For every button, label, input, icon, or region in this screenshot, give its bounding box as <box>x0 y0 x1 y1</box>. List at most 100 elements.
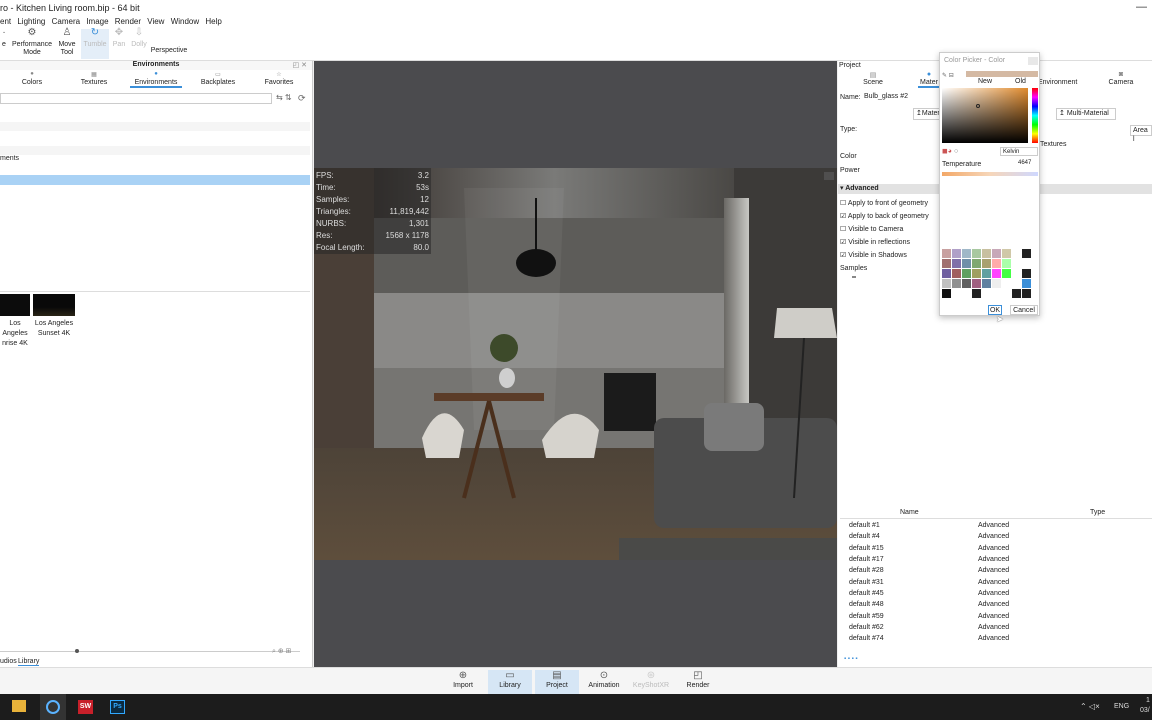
color-swatch[interactable] <box>972 259 981 268</box>
column-header-name[interactable]: Name <box>900 509 919 516</box>
color-swatch[interactable] <box>992 259 1001 268</box>
refresh-icon[interactable]: ⟳ <box>298 93 306 104</box>
project-button[interactable]: ▤ Project <box>535 670 579 694</box>
checkbox-front-geometry[interactable]: ☐ Apply to front of geometry <box>840 199 928 207</box>
minimize-button[interactable]: — <box>1136 1 1147 13</box>
perspective-dropdown[interactable]: Perspective <box>150 47 188 55</box>
color-swatch[interactable] <box>1022 269 1031 278</box>
table-row[interactable]: default #62 Advanced <box>838 622 1152 633</box>
table-row[interactable]: default #45 Advanced <box>838 588 1152 599</box>
splitter[interactable] <box>0 291 310 293</box>
render-button[interactable]: ◰ Render <box>676 670 720 694</box>
tab-material[interactable]: ● Mater <box>918 71 940 88</box>
clock-date[interactable]: 03/ <box>1140 707 1150 714</box>
table-row[interactable]: default #4 Advanced <box>838 531 1152 542</box>
color-swatch[interactable] <box>1002 289 1011 298</box>
color-cursor[interactable] <box>976 104 980 108</box>
pan-button[interactable]: ✥ Pan <box>110 28 128 49</box>
toolbar-partial-button[interactable]: · e <box>0 28 8 49</box>
table-row[interactable]: default #1 Advanced <box>838 520 1152 531</box>
color-swatch[interactable] <box>952 279 961 288</box>
checkbox-back-geometry[interactable]: ☑ Apply to back of geometry <box>840 212 929 220</box>
color-swatch[interactable] <box>1002 269 1011 278</box>
panel-float-icon[interactable]: ◰ ✕ <box>293 61 307 69</box>
file-explorer-icon[interactable] <box>12 700 26 712</box>
color-swatch[interactable] <box>1022 289 1031 298</box>
animation-button[interactable]: ⊙ Animation <box>582 670 626 694</box>
search-input[interactable] <box>0 93 272 104</box>
color-swatch[interactable] <box>972 249 981 258</box>
color-swatch[interactable] <box>1012 269 1021 278</box>
color-swatch[interactable] <box>962 279 971 288</box>
color-swatch[interactable] <box>942 269 951 278</box>
color-swatch[interactable] <box>982 269 991 278</box>
thumbnail-size-slider[interactable] <box>0 651 300 652</box>
checkbox-visible-reflections[interactable]: ☑ Visible in reflections <box>840 238 910 246</box>
menu-item-view[interactable]: View <box>147 16 164 28</box>
clock-time[interactable]: 1 <box>1146 697 1150 704</box>
language-indicator[interactable]: ENG <box>1114 703 1129 710</box>
photoshop-icon[interactable]: Ps <box>110 700 125 714</box>
color-swatch[interactable] <box>1012 279 1021 288</box>
tab-textures[interactable]: ▦ Textures <box>74 71 114 86</box>
color-swatch[interactable] <box>962 249 971 258</box>
bottom-tab-studios[interactable]: udios <box>0 658 17 665</box>
color-swatch[interactable] <box>972 269 981 278</box>
import-button[interactable]: ⊕ Import <box>441 670 485 694</box>
checkbox-visible-shadows[interactable]: ☑ Visible in Shadows <box>840 251 907 259</box>
env-thumbnail[interactable] <box>33 294 75 316</box>
color-swatch[interactable] <box>982 249 991 258</box>
color-swatch[interactable] <box>1002 259 1011 268</box>
table-row[interactable]: default #59 Advanced <box>838 611 1152 622</box>
name-field[interactable]: Bulb_glass #2 <box>864 93 939 103</box>
color-swatch[interactable] <box>1022 259 1031 268</box>
color-swatch[interactable] <box>942 289 951 298</box>
hue-slider[interactable] <box>1032 88 1038 143</box>
performance-mode-button[interactable]: ⚙ Performance Mode <box>10 28 54 57</box>
table-row[interactable]: default #15 Advanced <box>838 543 1152 554</box>
dolly-button[interactable]: ⇩ Dolly <box>129 28 149 49</box>
menu-item-window[interactable]: Window <box>171 16 199 28</box>
tumble-button[interactable]: ↻ Tumble <box>81 28 109 59</box>
keyshotxr-button[interactable]: ⊛ KeyShotXR <box>629 670 673 694</box>
env-thumbnail[interactable] <box>0 294 30 316</box>
type-dropdown[interactable]: Area l <box>1130 125 1152 143</box>
tab-colors[interactable]: ● Colors <box>12 71 52 86</box>
color-mode-icons[interactable]: ◼◕ ○ <box>942 147 958 155</box>
column-header-type[interactable]: Type <box>1090 509 1105 516</box>
dialog-close-button[interactable] <box>1028 57 1038 65</box>
table-row[interactable]: default #74 Advanced <box>838 633 1152 644</box>
color-swatch[interactable] <box>1012 259 1021 268</box>
color-swatch[interactable] <box>992 289 1001 298</box>
tab-backplates[interactable]: ▭ Backplates <box>197 71 239 86</box>
table-row[interactable]: default #17 Advanced <box>838 554 1152 565</box>
color-swatch[interactable] <box>952 289 961 298</box>
temperature-slider[interactable] <box>942 172 1038 176</box>
list-options-icon[interactable]: ▪ ▪ ▪ ▪ <box>844 656 858 662</box>
tab-scene[interactable]: ▤ Scene <box>858 71 888 86</box>
material-button[interactable]: ↥Mater <box>913 108 941 120</box>
tree-row[interactable] <box>0 122 310 131</box>
search-options-icon[interactable]: ⇆ ⇅ <box>276 93 292 102</box>
color-swatch[interactable] <box>1022 279 1031 288</box>
color-swatch[interactable] <box>962 289 971 298</box>
color-swatch[interactable] <box>962 269 971 278</box>
checkbox-visible-camera[interactable]: ☐ Visible to Camera <box>840 225 903 233</box>
color-swatch[interactable] <box>1002 279 1011 288</box>
tree-row[interactable] <box>0 146 310 155</box>
render-viewport[interactable]: FPS: 3.2 Time: 53s Samples: 12 Triangles: 11… <box>314 61 837 667</box>
tab-environments[interactable]: ● Environments <box>130 71 182 88</box>
color-swatch[interactable] <box>952 259 961 268</box>
mode-dropdown[interactable]: Kelvin <box>1000 147 1038 156</box>
tab-environment[interactable]: Environment <box>1038 79 1077 86</box>
table-row[interactable]: default #28 Advanced <box>838 565 1152 576</box>
color-swatch[interactable] <box>952 269 961 278</box>
color-swatch[interactable] <box>972 279 981 288</box>
tab-camera[interactable]: ◙ Camera <box>1106 71 1136 86</box>
eyedropper-icon[interactable]: ✎ ⊟ <box>942 72 954 79</box>
move-tool-button[interactable]: ♙ Move Tool <box>56 28 78 57</box>
color-swatch[interactable] <box>942 249 951 258</box>
tray-icons[interactable]: ⌃ ◁× <box>1080 702 1100 711</box>
color-swatch[interactable] <box>982 259 991 268</box>
bottom-tab-library[interactable]: Library <box>18 658 40 666</box>
